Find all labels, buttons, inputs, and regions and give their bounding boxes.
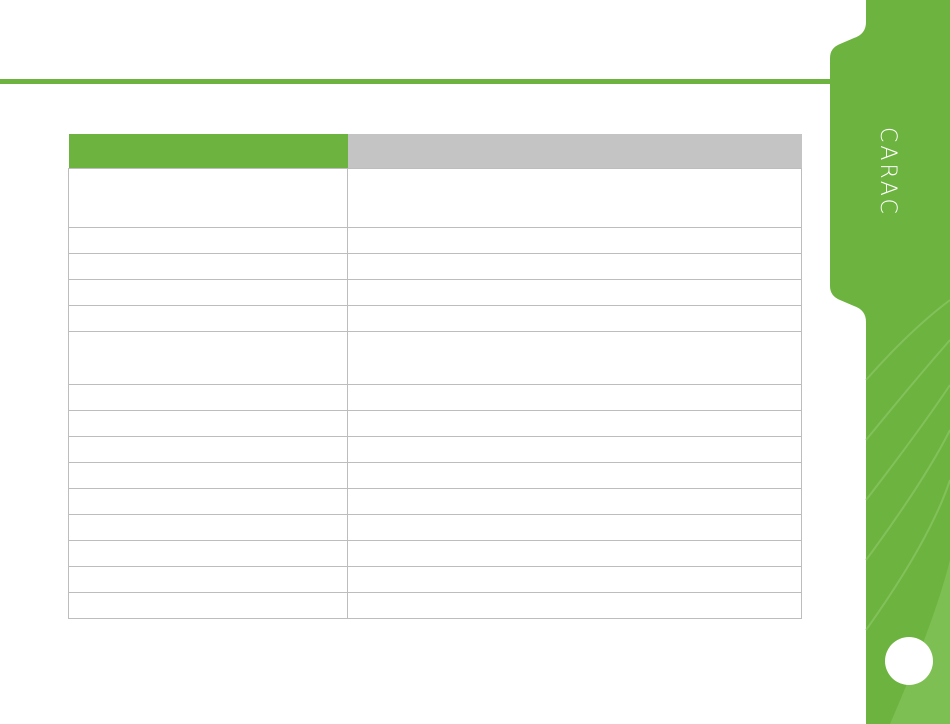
table-cell-value — [347, 514, 802, 541]
table-header-row — [68, 134, 802, 169]
table-row — [68, 462, 802, 489]
table-row — [68, 514, 802, 541]
table-cell-key — [68, 540, 348, 567]
spec-table — [68, 134, 802, 619]
table-cell-value — [347, 540, 802, 567]
table-row — [68, 305, 802, 332]
table-cell-key — [68, 462, 348, 489]
table-cell-key — [68, 514, 348, 541]
table-row — [68, 168, 802, 228]
side-panel-graphic — [830, 0, 950, 724]
table-cell-value — [347, 227, 802, 254]
top-divider-line — [0, 79, 834, 84]
table-cell-value — [347, 305, 802, 332]
table-cell-key — [68, 592, 348, 619]
table-cell-value — [347, 592, 802, 619]
table-cell-value — [347, 410, 802, 437]
table-cell-value — [347, 331, 802, 385]
side-tab-label: CARAC — [875, 127, 900, 217]
table-row — [68, 331, 802, 385]
page-indicator-dot — [885, 637, 933, 685]
table-header-value — [347, 134, 802, 169]
table-cell-value — [347, 462, 802, 489]
table-row — [68, 253, 802, 280]
table-cell-key — [68, 410, 348, 437]
table-row — [68, 410, 802, 437]
table-cell-key — [68, 488, 348, 515]
table-cell-key — [68, 253, 348, 280]
table-cell-value — [347, 488, 802, 515]
table-cell-key — [68, 566, 348, 593]
table-cell-value — [347, 279, 802, 306]
table-cell-value — [347, 566, 802, 593]
table-cell-key — [68, 168, 348, 228]
table-row — [68, 227, 802, 254]
table-row — [68, 384, 802, 411]
table-cell-value — [347, 253, 802, 280]
table-row — [68, 279, 802, 306]
table-cell-key — [68, 436, 348, 463]
table-cell-key — [68, 331, 348, 385]
table-row — [68, 592, 802, 619]
table-cell-key — [68, 305, 348, 332]
table-cell-value — [347, 384, 802, 411]
table-cell-key — [68, 279, 348, 306]
table-row — [68, 566, 802, 593]
table-cell-key — [68, 227, 348, 254]
table-header-key — [68, 134, 348, 169]
table-cell-key — [68, 384, 348, 411]
side-panel — [830, 0, 950, 724]
table-row — [68, 540, 802, 567]
table-cell-value — [347, 168, 802, 228]
table-cell-value — [347, 436, 802, 463]
table-row — [68, 488, 802, 515]
table-row — [68, 436, 802, 463]
